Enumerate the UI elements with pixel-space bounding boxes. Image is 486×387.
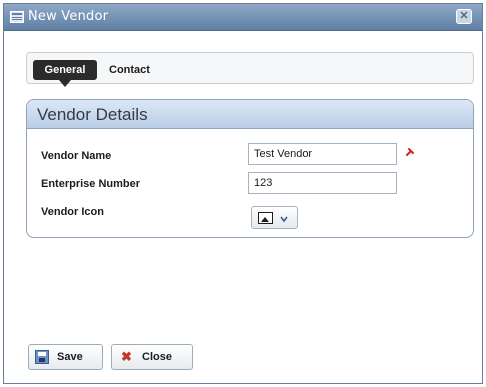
vendor-icon-picker[interactable] xyxy=(251,206,298,229)
window-title: New Vendor xyxy=(28,9,109,24)
window-close-button[interactable]: ✕ xyxy=(456,9,472,24)
save-button[interactable]: Save xyxy=(28,344,103,370)
window-icon xyxy=(10,11,24,23)
enterprise-number-label: Enterprise Number xyxy=(41,178,141,190)
save-button-label: Save xyxy=(57,351,83,363)
vendor-name-input[interactable] xyxy=(248,143,397,165)
required-icon xyxy=(406,148,414,156)
close-button-label: Close xyxy=(142,351,172,363)
title-bar[interactable]: New Vendor ✕ xyxy=(4,4,482,31)
picture-icon xyxy=(258,212,273,224)
tab-bar: General Contact xyxy=(26,52,474,87)
save-icon xyxy=(35,350,49,364)
vendor-details-panel: Vendor Details Vendor Name Enterprise Nu… xyxy=(26,99,474,238)
panel-title: Vendor Details xyxy=(37,105,148,124)
close-x-icon: ✖ xyxy=(121,349,132,364)
tab-general[interactable]: General xyxy=(33,60,97,87)
enterprise-number-input[interactable] xyxy=(248,172,397,194)
vendor-name-label: Vendor Name xyxy=(41,150,112,162)
panel-header: Vendor Details xyxy=(27,100,473,129)
close-button[interactable]: ✖ Close xyxy=(111,344,193,370)
vendor-icon-label: Vendor Icon xyxy=(41,206,104,218)
new-vendor-dialog: New Vendor ✕ General Contact Vendor Deta… xyxy=(3,3,483,384)
tab-contact[interactable]: Contact xyxy=(109,60,150,80)
chevron-down-icon xyxy=(280,216,288,223)
